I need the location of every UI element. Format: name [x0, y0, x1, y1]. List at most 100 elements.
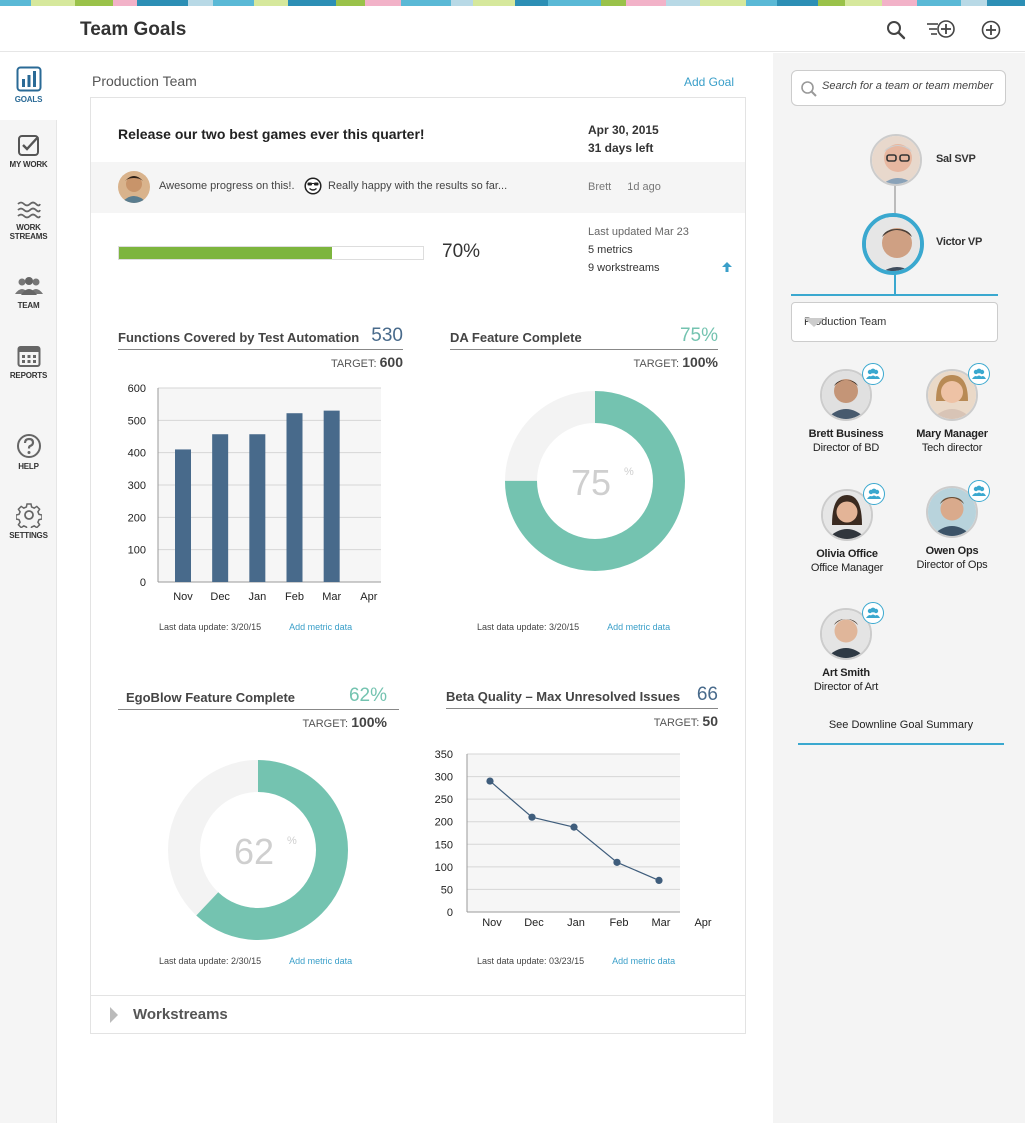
caret-right-icon — [108, 1006, 120, 1029]
org-panel: Sal SVP Victor VP Production Team Brett … — [773, 53, 1025, 1123]
metric-value: 66 — [696, 684, 718, 705]
add-metric-data-link[interactable]: Add metric data — [607, 622, 670, 632]
y-tick-label: 100 — [128, 545, 146, 557]
metric-egoblow-feature: EgoBlow Feature Complete 62% TARGET: 100… — [118, 681, 399, 730]
metric-name: EgoBlow Feature Complete — [126, 690, 296, 705]
team-search — [791, 70, 1006, 106]
goal-days-left: 31 days left — [588, 141, 654, 155]
nav-item-goals[interactable]: GOALS — [0, 53, 57, 120]
x-tick-label: Nov — [482, 917, 502, 929]
team-member-card[interactable]: Owen Ops Director of Ops — [897, 480, 1007, 572]
add-metric-data-link[interactable]: Add metric data — [289, 956, 352, 966]
help-icon — [16, 434, 41, 458]
target-value: 600 — [379, 354, 403, 370]
target-label: TARGET: — [633, 358, 680, 370]
data-point — [528, 813, 536, 821]
nav-item-workstreams[interactable]: WORK STREAMS — [0, 200, 57, 241]
y-tick-label: 250 — [435, 794, 453, 806]
add-list-icon[interactable] — [926, 18, 958, 42]
metric-da-feature: DA Feature Complete 75% TARGET: 100% — [450, 321, 718, 370]
data-point — [486, 777, 494, 785]
y-tick-label: 100 — [435, 862, 453, 874]
y-tick-label: 350 — [435, 749, 453, 761]
y-tick-label: 150 — [435, 839, 453, 851]
downline-summary-link[interactable]: See Downline Goal Summary — [798, 719, 1004, 745]
gear-icon — [15, 503, 42, 528]
add-goal-link[interactable]: Add Goal — [684, 75, 734, 89]
team-member-card[interactable]: Art Smith Director of Art — [791, 602, 901, 694]
member-name: Owen Ops — [925, 545, 979, 557]
y-tick-label: 50 — [441, 884, 453, 896]
team-member-card[interactable]: Olivia Office Office Manager — [792, 483, 902, 575]
bar-chart-test-automation: 0 100 200 300 400 500 600 Nov Dec Jan Feb Mar Apr — [128, 383, 381, 603]
x-tick-label: Feb — [285, 591, 304, 603]
metric-test-automation: Functions Covered by Test Automation 530… — [118, 321, 403, 370]
goal-due: Apr 30, 2015 31 days left — [588, 121, 659, 157]
nav-item-my-work[interactable]: MY WORK — [0, 133, 57, 169]
metric-name: DA Feature Complete — [450, 330, 582, 345]
x-tick-label: Mar — [652, 917, 671, 929]
workstreams-toggle[interactable]: Workstreams — [91, 995, 745, 1033]
metric-footer: Last data update: 3/20/15 Add metric data — [159, 622, 352, 632]
y-tick-label: 600 — [128, 383, 146, 395]
plot-area — [467, 754, 680, 912]
x-tick-label: Jan — [567, 917, 585, 929]
member-role: Office Manager — [810, 562, 884, 574]
team-badge-icon — [968, 480, 990, 502]
comment-meta: Brett 1d ago — [588, 181, 661, 193]
nav-item-settings[interactable]: SETTINGS — [0, 502, 57, 540]
y-tick-label: 400 — [128, 448, 146, 460]
svp-name[interactable]: Sal SVP — [936, 153, 976, 165]
nav-item-team[interactable]: TEAM — [0, 276, 57, 310]
mywork-icon — [17, 135, 39, 156]
donut-center-value: 62 — [234, 831, 274, 872]
member-name: Art Smith — [822, 667, 870, 679]
goals-icon — [16, 66, 41, 92]
member-role: Director of Ops — [916, 559, 988, 571]
arrow-up-icon[interactable] — [721, 260, 733, 278]
avatar — [820, 602, 884, 660]
x-tick-label: Feb — [610, 917, 629, 929]
svp-avatar[interactable] — [870, 134, 922, 186]
vp-name[interactable]: Victor VP — [936, 236, 982, 248]
avatar — [118, 171, 150, 203]
last-data-update: Last data update: 3/20/15 — [159, 622, 262, 632]
last-data-update: Last data update: 03/23/15 — [477, 956, 585, 966]
comment-bar[interactable]: Awesome progress on this!. Really happy … — [91, 162, 745, 213]
y-tick-label: 0 — [140, 577, 146, 589]
target-value: 50 — [702, 713, 718, 729]
target-value: 100% — [351, 714, 387, 730]
data-point — [613, 858, 621, 866]
goal-summary: Last updated Mar 23 5 metrics 9 workstre… — [588, 223, 689, 277]
goal-date: Apr 30, 2015 — [588, 123, 659, 137]
add-metric-data-link[interactable]: Add metric data — [612, 956, 675, 966]
add-icon[interactable] — [979, 18, 1003, 42]
member-role: Director of BD — [812, 442, 880, 454]
member-role: Director of Art — [813, 681, 879, 693]
search-icon[interactable] — [884, 18, 908, 42]
metric-header: Functions Covered by Test Automation 530 — [118, 321, 403, 350]
search-icon — [800, 80, 818, 103]
nav-item-help[interactable]: HELP — [0, 433, 57, 471]
team-search-input[interactable] — [822, 80, 1002, 92]
team-title: Production Team — [92, 73, 197, 89]
last-data-update: Last data update: 2/30/15 — [159, 956, 262, 966]
comment-text-1: Awesome progress on this!. — [159, 180, 295, 192]
metric-footer: Last data update: 03/23/15 Add metric dat… — [477, 956, 675, 966]
team-select-dropdown[interactable]: Production Team — [791, 302, 998, 342]
donut-chart-egoblow-feature: 62% — [168, 760, 348, 940]
team-badge-icon — [968, 363, 990, 385]
bar — [175, 449, 191, 582]
team-member-card[interactable]: Mary Manager Tech director — [897, 363, 1007, 455]
member-role: Tech director — [921, 442, 983, 454]
x-tick-label: Jan — [248, 591, 266, 603]
add-metric-data-link[interactable]: Add metric data — [289, 622, 352, 632]
team-member-card[interactable]: Brett Business Director of BD — [791, 363, 901, 455]
vp-avatar[interactable] — [862, 213, 924, 275]
nav-label-settings: SETTINGS — [9, 531, 48, 540]
nav-item-reports[interactable]: REPORTS — [0, 344, 57, 380]
goal-title: Release our two best games ever this qua… — [118, 126, 425, 142]
metric-header: DA Feature Complete 75% — [450, 321, 718, 350]
metric-value: 62% — [348, 685, 387, 706]
metric-target: TARGET: 100% — [450, 354, 718, 370]
